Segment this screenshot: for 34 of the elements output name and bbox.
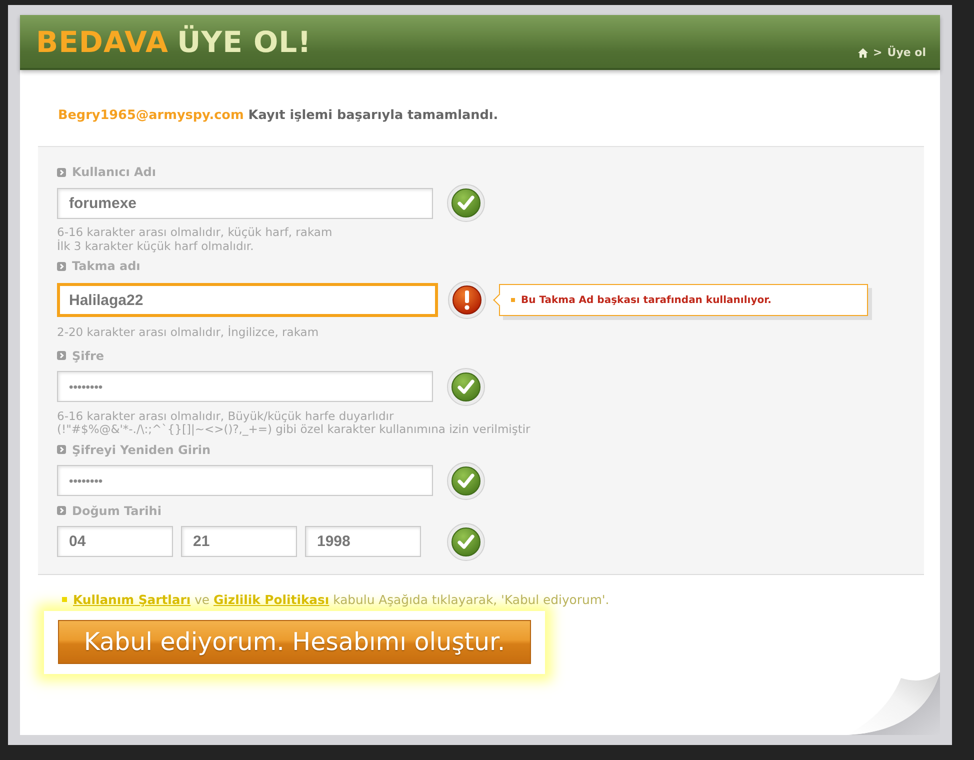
chevron-bullet-icon [57,506,66,515]
date-field[interactable]: 1998 [305,526,421,557]
hint-text: 6-16 karakter arası olmalıdır, küçük harf, rakam [57,226,334,240]
date-field[interactable]: 04 [57,526,173,557]
password-field[interactable]: •••••••• [57,371,433,402]
bullet-icon [62,597,67,602]
hint-text: (!"#$%@&'*-./\:;^`{}[]|~<>()?,_+=) gibi özel karakter kullanımına izin verilmiştir [57,423,532,436]
email-text: Begry1965@armyspy.com [58,108,244,124]
field-label: Şifre [72,348,104,362]
page-title: BEDAVA [36,24,168,58]
page-title: ÜYE OL! [177,24,312,58]
success-message: Kayıt işlemi başarıyla tamamlandı. [248,108,498,124]
breadcrumb-separator: > [873,46,882,59]
field-label: Kullanıcı Adı [72,165,156,179]
submit-button[interactable]: Kabul ediyorum. Hesabımı oluştur. [58,620,531,664]
field-label: Doğum Tarihi [72,504,162,518]
chevron-bullet-icon [57,445,66,454]
terms-text: Kullanım Şartları ve Gizlilik Politikası kabulu Aşağıda tıklayarak, 'Kabul ediyorum'. [73,592,610,607]
field-label: Şifreyi Yeniden Girin [72,442,211,456]
hint-text: İlk 3 karakter küçük harf olmalıdır. [57,240,255,253]
chevron-bullet-icon [57,168,66,176]
error-message: Bu Takma Ad başkası tarafından kullanılıyor. [521,294,772,306]
field-label: Takma adı [72,259,140,273]
input-field[interactable]: Halilaga22 [57,283,438,317]
hint-text: 6-16 karakter arası olmalıdır, Büyük/küçük harfe duyarlıdır [57,410,395,423]
hint-text: 2-20 karakter arası olmalıdır, İngilizce, rakam [57,326,320,340]
password-field[interactable]: •••••••• [57,465,433,496]
chevron-bullet-icon [57,262,66,270]
breadcrumb-current: Üye ol [887,46,926,59]
bullet-icon [511,298,515,302]
input-field[interactable]: forumexe [57,188,433,218]
date-field[interactable]: 21 [181,526,297,557]
chevron-bullet-icon [57,351,66,360]
home-icon[interactable] [858,48,868,58]
